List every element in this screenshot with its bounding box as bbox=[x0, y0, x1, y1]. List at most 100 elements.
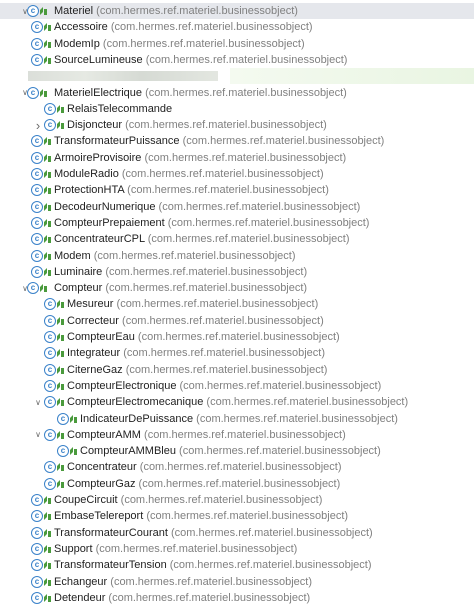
package-name: (com.hermes.ref.materiel.businessobject) bbox=[124, 184, 329, 197]
tree-row[interactable]: c ModuleRadio (com.hermes.ref.materiel.bu… bbox=[0, 166, 474, 182]
leaf-badge-icon bbox=[56, 316, 65, 326]
redacted-block bbox=[28, 71, 218, 82]
tree-row[interactable]: c Integrateur (com.hermes.ref.materiel.bu… bbox=[0, 345, 474, 361]
class-name: Support (com.hermes.ref.materiel.busines… bbox=[54, 542, 298, 555]
tree-row[interactable]: c Correcteur (com.hermes.ref.materiel.bus… bbox=[0, 313, 474, 329]
tree-row[interactable]: c DecodeurNumerique (com.hermes.ref.mater… bbox=[0, 199, 474, 215]
package-name: (com.hermes.ref.materiel.businessobject) bbox=[118, 314, 324, 327]
tree-row[interactable]: c ProtectionHTA (com.hermes.ref.materiel.… bbox=[0, 182, 474, 198]
leaf-badge-icon bbox=[43, 39, 52, 49]
class-name: Disjoncteur (com.hermes.ref.materiel.bus… bbox=[67, 119, 327, 132]
class-icon: c bbox=[57, 445, 69, 458]
tree-row[interactable]: c EmbaseTelereport (com.hermes.ref.materi… bbox=[0, 508, 474, 524]
tree-row[interactable]: c TransformateurCourant (com.hermes.ref.m… bbox=[0, 525, 474, 541]
class-icon: c bbox=[31, 168, 43, 180]
class-icon: c bbox=[44, 461, 56, 474]
tree-row[interactable]: c Accessoire (com.hermes.ref.materiel.bus… bbox=[0, 19, 474, 35]
tree-row[interactable]: c Echangeur (com.hermes.ref.materiel.busi… bbox=[0, 574, 474, 590]
leaf-badge-icon bbox=[56, 348, 65, 358]
class-icon: c bbox=[31, 510, 43, 523]
class-name: RelaisTelecommande bbox=[67, 102, 173, 115]
tree-row[interactable]: ∨ c Materiel (com.hermes.ref.materiel.busi… bbox=[0, 3, 474, 19]
class-name: ModemIp (com.hermes.ref.materiel.busines… bbox=[54, 37, 305, 50]
tree-row[interactable]: c CoupeCircuit (com.hermes.ref.materiel.b… bbox=[0, 492, 474, 508]
tree-row[interactable]: c RelaisTelecommande bbox=[0, 101, 474, 117]
package-name: (com.hermes.ref.materiel.businessobject) bbox=[93, 5, 298, 17]
class-icon: c bbox=[44, 314, 56, 327]
tree-row[interactable]: c Luminaire (com.hermes.ref.materiel.busi… bbox=[0, 264, 474, 280]
tree-row[interactable]: c ModemIp (com.hermes.ref.materiel.busine… bbox=[0, 36, 474, 52]
class-icon: c bbox=[27, 282, 39, 295]
leaf-badge-icon bbox=[43, 234, 52, 244]
class-icon: c bbox=[27, 86, 39, 99]
package-name: (com.hermes.ref.materiel.businessobject) bbox=[143, 510, 349, 523]
leaf-badge-icon bbox=[56, 332, 65, 342]
package-name: (com.hermes.ref.materiel.businessobject) bbox=[140, 428, 346, 441]
tree-row[interactable]: c SourceLumineuse (com.hermes.ref.materie… bbox=[0, 52, 474, 68]
tree-row[interactable]: ∨ c MaterielElectrique (com.hermes.ref.mat… bbox=[0, 85, 474, 101]
package-name: (com.hermes.ref.materiel.businessobject) bbox=[166, 559, 372, 572]
class-name: CiterneGaz (com.hermes.ref.materiel.busi… bbox=[67, 363, 328, 376]
tree-row[interactable]: › c Disjoncteur (com.hermes.ref.materiel.b… bbox=[0, 117, 474, 133]
class-icon: c bbox=[44, 347, 56, 360]
tree-row-redacted[interactable] bbox=[0, 68, 474, 85]
package-name: (com.hermes.ref.materiel.businessobject) bbox=[164, 216, 370, 229]
leaf-badge-icon bbox=[43, 169, 52, 179]
leaf-badge-icon bbox=[56, 479, 65, 489]
tree-row[interactable]: c CompteurAMMBleu (com.hermes.ref.materie… bbox=[0, 443, 474, 459]
package-name: (com.hermes.ref.materiel.businessobject) bbox=[167, 526, 373, 539]
chevron-down-icon[interactable]: ∨ bbox=[33, 427, 43, 443]
leaf-badge-icon bbox=[43, 55, 52, 65]
class-name: Accessoire (com.hermes.ref.materiel.busi… bbox=[54, 21, 313, 34]
leaf-badge-icon bbox=[56, 365, 65, 375]
class-name: Compteur (com.hermes.ref.materiel.busine… bbox=[54, 282, 308, 295]
class-name: CompteurPrepaiement (com.hermes.ref.mate… bbox=[54, 216, 370, 229]
class-name: Correcteur (com.hermes.ref.materiel.busi… bbox=[67, 314, 324, 327]
leaf-badge-icon bbox=[43, 202, 52, 212]
leaf-badge-icon bbox=[69, 414, 78, 424]
chevron-right-icon[interactable]: › bbox=[33, 117, 43, 133]
leaf-badge-icon bbox=[56, 397, 65, 407]
tree-row[interactable]: c CompteurGaz (com.hermes.ref.materiel.bu… bbox=[0, 476, 474, 492]
class-icon: c bbox=[31, 135, 43, 148]
class-hierarchy-tree[interactable]: ∨ c Materiel (com.hermes.ref.materiel.busi… bbox=[0, 0, 474, 616]
tree-row[interactable]: c CompteurEau (com.hermes.ref.materiel.bu… bbox=[0, 329, 474, 345]
tree-row[interactable]: c Mesureur (com.hermes.ref.materiel.busin… bbox=[0, 296, 474, 312]
tree-row[interactable]: c CompteurElectronique (com.hermes.ref.ma… bbox=[0, 378, 474, 394]
leaf-badge-icon bbox=[43, 593, 52, 603]
class-icon: c bbox=[31, 216, 43, 229]
class-name: Detendeur (com.hermes.ref.materiel.busin… bbox=[54, 591, 311, 604]
package-name: (com.hermes.ref.materiel.businessobject) bbox=[141, 151, 347, 164]
class-name: DecodeurNumerique (com.hermes.ref.materi… bbox=[54, 200, 361, 213]
tree-row[interactable]: ∨ c Compteur (com.hermes.ref.materiel.busi… bbox=[0, 280, 474, 296]
leaf-badge-icon bbox=[43, 267, 52, 277]
package-name: (com.hermes.ref.materiel.businessobject) bbox=[122, 363, 328, 376]
class-name: ArmoireProvisoire (com.hermes.ref.materi… bbox=[54, 151, 347, 164]
class-name: CompteurAMMBleu (com.hermes.ref.materiel… bbox=[80, 445, 381, 458]
leaf-badge-icon bbox=[39, 88, 48, 98]
leaf-badge-icon bbox=[56, 104, 65, 114]
tree-row[interactable]: c Detendeur (com.hermes.ref.materiel.busi… bbox=[0, 590, 474, 606]
tree-row[interactable]: c CompteurPrepaiement (com.hermes.ref.mat… bbox=[0, 215, 474, 231]
class-icon: c bbox=[44, 102, 56, 115]
tree-row[interactable]: c IndicateurDePuissance (com.hermes.ref.m… bbox=[0, 411, 474, 427]
class-name: TransformateurCourant (com.hermes.ref.ma… bbox=[54, 526, 373, 539]
leaf-badge-icon bbox=[39, 283, 48, 293]
class-name: CompteurAMM (com.hermes.ref.materiel.bus… bbox=[67, 428, 346, 441]
class-name: SourceLumineuse (com.hermes.ref.materiel… bbox=[54, 53, 348, 66]
tree-row[interactable]: ∨ c CompteurAMM (com.hermes.ref.materiel.b… bbox=[0, 427, 474, 443]
class-icon: c bbox=[31, 184, 43, 197]
leaf-badge-icon bbox=[43, 185, 52, 195]
tree-row[interactable]: c Concentrateur (com.hermes.ref.materiel.… bbox=[0, 459, 474, 475]
tree-row[interactable]: c Modem (com.hermes.ref.materiel.business… bbox=[0, 248, 474, 264]
leaf-badge-icon bbox=[56, 120, 65, 130]
leaf-badge-icon bbox=[56, 462, 65, 472]
tree-row[interactable]: ∨ c CompteurElectromecanique (com.hermes.r… bbox=[0, 394, 474, 410]
tree-row[interactable]: c TransformateurPuissance (com.hermes.ref… bbox=[0, 133, 474, 149]
chevron-down-icon[interactable]: ∨ bbox=[33, 394, 43, 410]
tree-row[interactable]: c ConcentrateurCPL (com.hermes.ref.materi… bbox=[0, 231, 474, 247]
tree-row[interactable]: c CiterneGaz (com.hermes.ref.materiel.bus… bbox=[0, 362, 474, 378]
tree-row[interactable]: c ArmoireProvisoire (com.hermes.ref.mater… bbox=[0, 150, 474, 166]
tree-row[interactable]: c Support (com.hermes.ref.materiel.busine… bbox=[0, 541, 474, 557]
tree-row[interactable]: c TransformateurTension (com.hermes.ref.m… bbox=[0, 557, 474, 573]
